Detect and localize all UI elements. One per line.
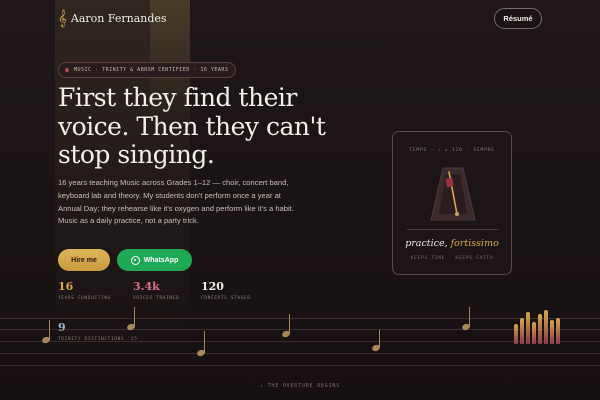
hero-headline: First they find their voice. Then they c… [58,83,348,170]
card-phrase: practice, fortissimo [393,238,511,249]
hire-me-button[interactable]: Hire me [58,249,110,271]
treble-clef-icon: 𝄞 [58,9,67,27]
stat-value: 3.4k [133,280,160,293]
headline-line-2: voice. Then they can't [58,111,326,141]
stat-label: CONCERTS STAGED [201,296,251,301]
staff-line [0,353,600,354]
whatsapp-label: WhatsApp [143,256,179,264]
stat-label: TRINITY DISTINCTIONS '25 [58,337,138,342]
badge-dot-icon [65,68,69,72]
metronome-card: TEMPO · ♩ = 120 · SEMPRE practice, forti… [392,131,512,275]
stat-label: YEARS CONDUCTING [58,296,111,301]
brand[interactable]: 𝄞 Aaron Fernandes [58,11,167,26]
resume-button[interactable]: Résumé [494,8,542,29]
staff-line [0,365,600,366]
hero-lede: 16 years teaching Music across Grades 1–… [58,178,294,226]
stat-years: 16 YEARS CONDUCTING [58,280,111,301]
stat-distinctions: 9 TRINITY DISTINCTIONS '25 [58,321,137,342]
stat-voices: 3.4k VOICES TRAINED [133,280,179,301]
badge-text: MUSIC · TRINITY & ABRSM CERTIFIED · 16 Y… [74,67,229,73]
stat-label: VOICES TRAINED [133,296,180,301]
staff-line [0,318,600,319]
stat-value: 9 [58,321,66,334]
phrase-plain: practice, [405,238,448,249]
stat-value: 16 [58,280,74,293]
brand-name: Aaron Fernandes [70,12,167,25]
scroll-cue[interactable]: ↓ THE OVERTURE BEGINS [0,383,600,389]
headline-line-3: stop singing. [58,140,215,169]
metronome-icon [430,167,476,221]
whatsapp-button[interactable]: WhatsApp [117,249,192,271]
stat-value: 120 [201,280,224,293]
headline-line-1: First they find their [58,83,297,112]
card-divider [407,229,499,230]
credential-badge: MUSIC · TRINITY & ABRSM CERTIFIED · 16 Y… [58,62,237,78]
tempo-text: TEMPO · ♩ = 120 · SEMPRE [409,148,495,153]
stat-concerts: 120 CONCERTS STAGED [201,280,251,301]
whatsapp-icon [130,255,140,265]
phrase-accent: fortissimo [450,238,499,249]
organ-pipes-icon [514,308,564,344]
card-foot-text: KEEPS TIME · KEEPS FAITH [410,256,494,261]
